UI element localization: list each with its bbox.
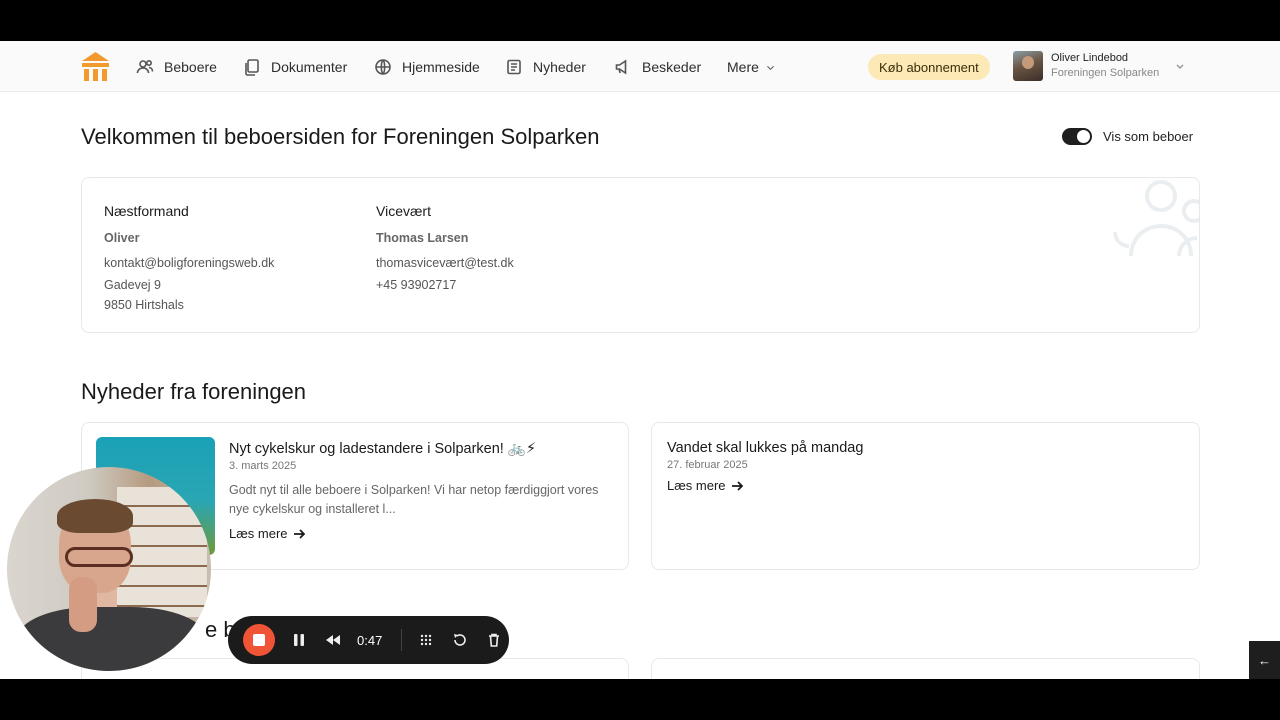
news-section-title: Nyheder fra foreningen [81,379,307,404]
nav-mere[interactable]: Mere [727,57,776,77]
contact-role: Vicevært [376,203,431,219]
contact-email[interactable]: kontakt@boligforeningsweb.dk [104,253,274,273]
grid-dots-icon [420,634,432,646]
arrow-right-icon [293,528,305,539]
card-stub [651,658,1200,679]
chevron-down-icon [1176,64,1184,70]
logo-icon[interactable] [82,52,109,81]
arrow-right-icon [731,480,743,491]
webcam-bubble[interactable] [7,467,211,671]
nav-dokumenter[interactable]: Dokumenter [243,57,347,77]
news-date: 27. februar 2025 [667,459,748,471]
nav-beboere[interactable]: Beboere [136,57,217,77]
trash-icon [489,633,499,647]
recording-toolbar: 0:47 [228,616,509,664]
news-title[interactable]: Vandet skal lukkes på mandag [667,440,1167,456]
buy-subscription-button[interactable]: Køb abonnement [868,54,990,80]
restart-icon [454,634,466,646]
pause-button[interactable] [289,630,309,650]
delete-button[interactable] [484,630,504,650]
stop-recording-button[interactable] [243,624,275,656]
newspaper-icon [507,59,521,75]
contact-phone[interactable]: +45 93902717 [376,275,514,295]
news-date: 3. marts 2025 [229,460,297,472]
contact-name: Thomas Larsen [376,231,469,245]
nav-nyheder[interactable]: Nyheder [505,57,586,77]
nav-dokumenter-label: Dokumenter [271,59,348,75]
pause-icon [294,634,304,646]
news-card[interactable]: Vandet skal lukkes på mandag 27. februar… [651,422,1200,570]
chevron-down-icon [767,65,774,70]
read-more-link[interactable]: Læs mere [229,526,305,541]
contacts-card: Næstformand Oliver kontakt@boligforening… [81,177,1200,333]
rewind-icon [326,635,340,645]
contact-address-line1: Gadevej 9 [104,278,161,292]
recording-time: 0:47 [357,632,383,648]
documents-icon [245,59,259,76]
nav-hjemmeside[interactable]: Hjemmeside [374,57,480,77]
back-button[interactable]: ← [1249,641,1280,679]
nav-beskeder[interactable]: Beskeder [614,57,701,77]
contact-name: Oliver [104,231,140,245]
user-menu[interactable]: Oliver Lindebod Foreningen Solparken [1013,51,1185,81]
news-title[interactable]: Nyt cykelskur og ladestandere i Solparke… [229,440,609,457]
contact-vicevaert: Vicevært Thomas Larsen thomasvicevært@te… [376,203,514,295]
toggle-switch[interactable] [1062,128,1092,145]
nav-mere-label: Mere [727,59,759,75]
nav-beboere-label: Beboere [164,59,217,75]
users-icon [136,59,154,74]
read-more-label: Læs mere [229,526,288,541]
contact-naestformand: Næstformand Oliver kontakt@boligforening… [104,203,274,315]
page-title: Velkommen til beboersiden for Foreningen… [81,124,600,149]
view-as-resident-toggle[interactable]: Vis som beboer [1062,128,1193,145]
read-more-label: Læs mere [667,478,726,493]
user-org: Foreningen Solparken [1051,67,1160,79]
read-more-link[interactable]: Læs mere [667,478,743,493]
globe-icon [375,59,391,75]
avatar [1013,51,1043,81]
rewind-button[interactable] [323,630,343,650]
contact-role: Næstformand [104,203,189,219]
users-watermark-icon [1113,180,1199,257]
grid-button[interactable] [416,630,436,650]
news-excerpt: Godt nyt til alle beboere i Solparken! V… [229,483,599,516]
nav-beskeder-label: Beskeder [642,59,702,75]
restart-button[interactable] [450,630,470,650]
user-name: Oliver Lindebod [1051,52,1129,64]
nav-nyheder-label: Nyheder [533,59,586,75]
contact-address-line2: 9850 Hirtshals [104,298,184,312]
contact-email[interactable]: thomasvicevært@test.dk [376,253,514,273]
megaphone-icon [615,59,627,75]
toggle-label: Vis som beboer [1103,129,1194,144]
nav-hjemmeside-label: Hjemmeside [402,59,480,75]
top-nav: Beboere Dokumenter Hjemmeside Nyheder Be… [0,41,1280,92]
